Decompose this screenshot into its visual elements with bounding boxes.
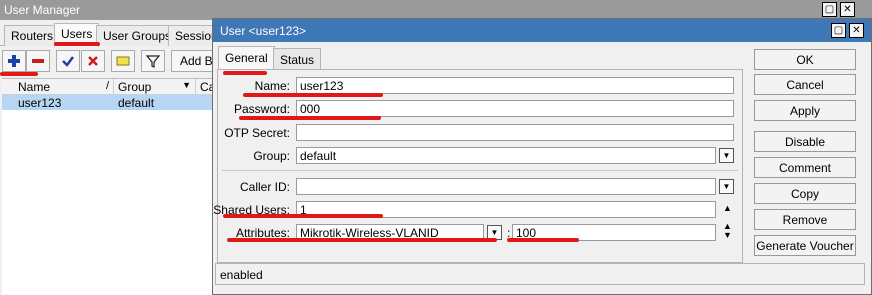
chevron-down-icon: ▼ [182, 80, 191, 90]
annotation-underline-attribute-value [507, 238, 579, 242]
tab-status[interactable]: Status [273, 48, 322, 70]
user-dialog: User <user123> ▢ ✕ General Status Name: … [212, 18, 872, 295]
restore-icon[interactable]: ▢ [831, 23, 846, 38]
column-group-label: Group [118, 80, 152, 94]
dropdown-icon[interactable]: ▼ [719, 179, 734, 194]
status-text: enabled [220, 268, 263, 282]
annotation-underline-attributes [227, 238, 497, 242]
name-field[interactable]: user123 [296, 77, 734, 94]
annotation-underline-password [239, 116, 381, 120]
add-button[interactable] [2, 50, 26, 72]
comment-button[interactable]: Comment [754, 157, 856, 178]
user-manager-titlebar: User Manager ▢ ✕ [0, 0, 872, 20]
column-header-name[interactable]: Name / [2, 79, 114, 95]
caller-id-label: Caller ID: [239, 180, 290, 194]
dialog-title: User <user123> [220, 24, 307, 38]
close-icon[interactable]: ✕ [849, 23, 864, 38]
ok-button[interactable]: OK [754, 49, 856, 70]
remove-button[interactable]: Remove [754, 209, 856, 230]
general-panel: Name: user123 Password: 000 OTP Secret: … [213, 69, 743, 263]
filter-button[interactable] [141, 50, 165, 72]
restore-icon[interactable]: ▢ [822, 2, 837, 17]
remove-icon [32, 59, 44, 63]
disable-button[interactable] [81, 50, 105, 72]
row-group: default [118, 96, 155, 110]
annotation-underline-users-tab [54, 42, 100, 46]
dialog-titlebar: User <user123> ▢ ✕ [213, 19, 871, 42]
arrow-updown-icon[interactable]: ▲ ▼ [723, 222, 732, 240]
add-icon [8, 55, 20, 67]
user-manager-title: User Manager [4, 3, 81, 17]
check-icon [62, 56, 74, 67]
cross-icon [88, 56, 98, 66]
password-field[interactable]: 000 [296, 100, 734, 117]
annotation-underline-general-tab [223, 71, 267, 75]
filter-icon [146, 55, 160, 68]
caller-id-field[interactable] [296, 178, 716, 195]
otp-secret-label: OTP Secret: [224, 126, 290, 140]
cancel-button[interactable]: Cancel [754, 74, 856, 95]
column-name-label: Name [18, 80, 51, 94]
password-label: Password: [233, 102, 290, 116]
annotation-underline-shared-users [223, 214, 383, 218]
section-divider [222, 170, 738, 171]
group-label: Group: [253, 149, 290, 163]
table-row[interactable]: user123 default [2, 95, 212, 110]
remove-button[interactable] [26, 50, 50, 72]
disable-button[interactable]: Disable [754, 131, 856, 152]
arrow-up-icon[interactable]: ▲ [723, 204, 732, 213]
column-header-group[interactable]: Group ▼ [114, 79, 196, 95]
annotation-underline-name [243, 93, 383, 97]
comment-icon [116, 56, 130, 66]
generate-voucher-button[interactable]: Generate Voucher [754, 235, 856, 256]
otp-secret-field[interactable] [296, 124, 734, 141]
close-icon[interactable]: ✕ [840, 2, 855, 17]
sort-icon: / [105, 80, 109, 92]
group-select[interactable]: default [296, 147, 716, 164]
enable-button[interactable] [56, 50, 80, 72]
dropdown-icon[interactable]: ▼ [719, 148, 734, 163]
copy-button[interactable]: Copy [754, 183, 856, 204]
apply-button[interactable]: Apply [754, 100, 856, 121]
row-name: user123 [18, 96, 62, 110]
name-label: Name: [254, 79, 290, 93]
tab-user-groups[interactable]: User Groups [96, 25, 179, 46]
annotation-underline-add-button [0, 72, 38, 76]
status-bar: enabled [215, 263, 865, 285]
tab-general[interactable]: General [218, 46, 275, 71]
comment-button[interactable] [111, 50, 135, 72]
tab-routers[interactable]: Routers [4, 25, 61, 46]
